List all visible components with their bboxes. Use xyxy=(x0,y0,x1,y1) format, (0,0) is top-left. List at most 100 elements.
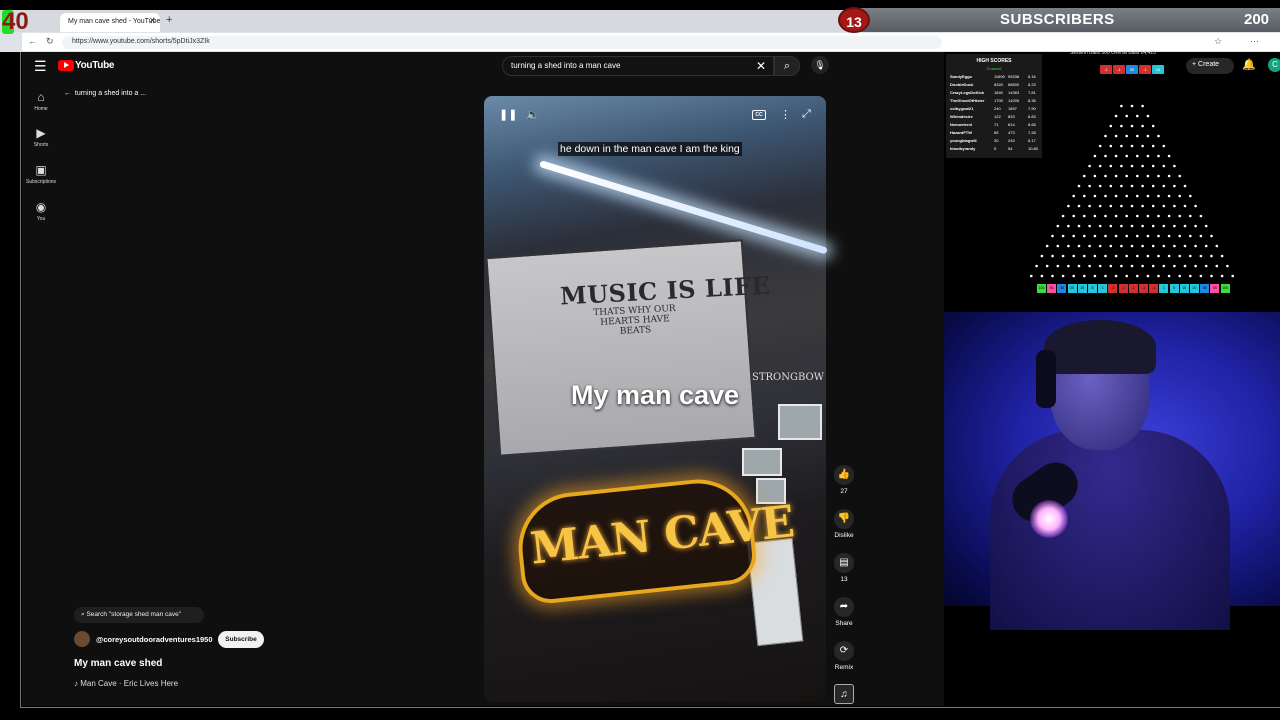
player-name: DoobieDuck xyxy=(950,82,974,87)
high-score-row: TheGhostOfHister 1700 14205 8.36 xyxy=(950,98,1040,105)
plinko-peg xyxy=(1067,204,1070,208)
plinko-peg xyxy=(1125,194,1128,198)
plinko-peg xyxy=(1098,224,1102,228)
plinko-peg xyxy=(1077,184,1081,188)
plinko-peg xyxy=(1189,214,1192,218)
player-name: Nemoeternl xyxy=(950,122,973,127)
arrow-left-icon: ← xyxy=(64,90,71,97)
plinko-peg xyxy=(1088,244,1091,248)
comments-button[interactable]: ▤ 13 xyxy=(832,553,856,583)
plinko-peg xyxy=(1210,234,1213,238)
plinko-peg xyxy=(1162,224,1166,228)
share-button[interactable]: ➦ Share xyxy=(832,597,856,627)
high-scores-title: HIGH SCORES xyxy=(976,58,1012,64)
plinko-peg xyxy=(1104,254,1107,258)
sidebar-item-shorts[interactable]: ▶ Shorts xyxy=(26,126,56,148)
related-search-chip[interactable]: ⌕ Search "storage shed man cave" xyxy=(74,607,204,623)
plinko-peg xyxy=(1157,274,1160,278)
plinko-peg xyxy=(1178,274,1181,278)
plinko-peg xyxy=(1189,234,1192,238)
high-score-row: colbygoat21 240 1897 7.90 xyxy=(950,106,1040,113)
sidebar-item-home[interactable]: ⌂ Home xyxy=(26,90,56,112)
browser-menu-icon[interactable]: ⋯ xyxy=(1250,36,1259,47)
plinko-peg xyxy=(1151,144,1155,148)
fullscreen-icon[interactable]: ⤢ xyxy=(802,108,811,121)
plinko-peg xyxy=(1136,254,1139,258)
account-avatar[interactable]: C xyxy=(1268,58,1280,72)
plinko-peg xyxy=(1157,194,1160,198)
plinko-peg xyxy=(1130,244,1134,248)
plinko-peg xyxy=(1173,204,1176,208)
score-a: 1840 xyxy=(994,90,1003,95)
streamer-body xyxy=(990,430,1230,630)
music-link[interactable]: ♪ Man Cave · Eric Lives Here xyxy=(74,679,178,688)
plinko-peg xyxy=(1136,134,1139,138)
plinko-peg xyxy=(1220,274,1224,278)
star-icon[interactable]: ☆ xyxy=(1214,36,1222,47)
score-b: 245 xyxy=(1008,138,1015,143)
plinko-peg xyxy=(1204,264,1208,268)
bet-chip: 35 xyxy=(1126,65,1138,74)
plinko-peg xyxy=(1125,154,1128,158)
plinko-peg xyxy=(1146,254,1150,258)
plinko-peg xyxy=(1194,224,1197,228)
search-input[interactable]: turning a shed into a man cave xyxy=(502,56,774,76)
score-b: 1897 xyxy=(1008,106,1017,111)
dislike-button[interactable]: 👎 Dislike xyxy=(832,509,856,539)
plinko-peg xyxy=(1220,254,1224,258)
create-button[interactable]: + Create xyxy=(1186,58,1234,74)
home-icon: ⌂ xyxy=(37,90,45,104)
sidebar-item-subscriptions[interactable]: ▣ Subscriptions xyxy=(26,163,56,185)
plinko-peg xyxy=(1130,124,1134,128)
timer-count: 40 xyxy=(2,8,29,35)
browser-tab[interactable]: My man cave shed - YouTube xyxy=(60,13,160,32)
play-triangle-icon xyxy=(64,62,69,68)
score-a: 71 xyxy=(994,122,999,127)
plinko-peg xyxy=(1130,224,1134,228)
plinko-peg xyxy=(1136,274,1139,278)
video-overlay-title: My man cave xyxy=(570,380,740,410)
hamburger-menu-icon[interactable]: ☰ xyxy=(34,58,47,75)
pause-icon[interactable]: ❚❚ xyxy=(499,108,517,121)
high-score-row: Nemoeternl 71 614 8.65 xyxy=(950,122,1040,129)
tab-close-icon[interactable]: ✕ xyxy=(149,16,156,25)
plinko-peg xyxy=(1178,214,1181,218)
sidebar-item-you[interactable]: ◉ You xyxy=(26,200,56,222)
more-options-icon[interactable]: ⋮ xyxy=(780,108,791,121)
volume-icon[interactable]: 🔈 xyxy=(526,108,540,121)
high-scores-subtitle: Channel xyxy=(986,66,1002,71)
channel-name[interactable]: @coreysoutdooradventures1950 xyxy=(96,635,213,644)
plinko-peg xyxy=(1146,154,1150,158)
plinko-peg xyxy=(1146,114,1150,118)
plinko-peg xyxy=(1141,244,1144,248)
plinko-peg xyxy=(1045,264,1049,268)
youtube-logo-text[interactable]: YouTube xyxy=(75,60,115,71)
captions-icon[interactable]: CC xyxy=(752,110,766,120)
plinko-peg xyxy=(1136,194,1139,198)
new-tab-icon[interactable]: + xyxy=(166,14,172,26)
notifications-bell-icon[interactable]: 🔔 xyxy=(1242,58,1256,71)
streamer-hat xyxy=(1044,320,1156,374)
address-bar[interactable]: https://www.youtube.com/shorts/5pDtiJx3Z… xyxy=(62,36,942,49)
plinko-peg xyxy=(1130,144,1134,148)
plinko-peg xyxy=(1114,174,1118,178)
plinko-peg xyxy=(1093,154,1097,158)
plinko-peg xyxy=(1088,204,1091,208)
plinko-peg xyxy=(1093,174,1097,178)
back-button[interactable]: ← turning a shed into a ... xyxy=(64,90,146,97)
plinko-peg xyxy=(1130,104,1134,108)
light-icon xyxy=(1030,500,1068,538)
search-button[interactable]: ⌕ xyxy=(774,56,800,76)
score-a: 8320 xyxy=(994,82,1003,87)
remix-button[interactable]: ⟳ Remix xyxy=(832,641,856,671)
channel-avatar[interactable] xyxy=(74,631,90,647)
like-button[interactable]: 👍 27 xyxy=(832,465,856,495)
plinko-peg xyxy=(1231,274,1234,278)
subscribe-button[interactable]: Subscribe xyxy=(218,631,264,648)
plinko-peg xyxy=(1183,244,1187,248)
plinko-peg xyxy=(1157,134,1160,138)
clear-search-icon[interactable]: ✕ xyxy=(756,59,766,73)
plinko-peg xyxy=(1093,194,1097,198)
microphone-icon[interactable]: 🎙 xyxy=(811,56,829,74)
sound-thumbnail[interactable]: ♫ xyxy=(832,684,856,707)
